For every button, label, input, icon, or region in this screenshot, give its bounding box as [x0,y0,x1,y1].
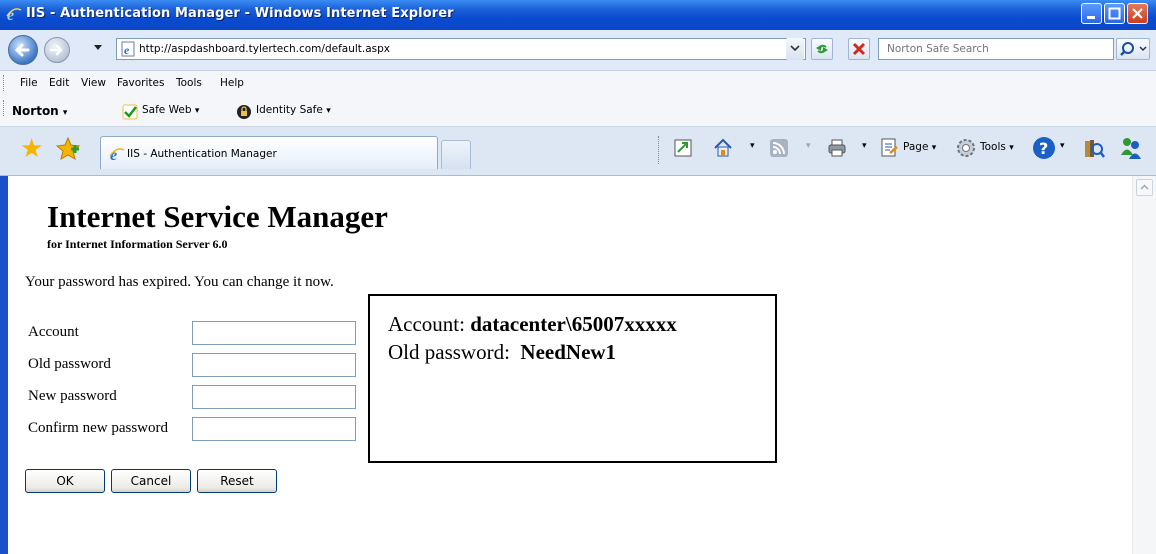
help-dropdown-icon[interactable]: ▾ [1060,141,1065,151]
back-button[interactable] [8,35,38,65]
chevron-down-icon [790,45,800,52]
identity-safe-icon [237,105,251,119]
tab-title: IIS - Authentication Manager [127,148,277,160]
account-input[interactable] [192,321,356,345]
maximize-icon [1108,7,1121,20]
minimize-button[interactable] [1081,3,1102,24]
callout-account-value: datacenter\65007xxxxx [470,312,677,336]
menu-file[interactable]: File [20,77,38,89]
search-box[interactable] [878,38,1114,60]
svg-text:?: ? [1039,139,1048,158]
refresh-icon [816,44,828,54]
norton-brand: Norton [12,104,59,118]
vertical-scrollbar[interactable] [1132,176,1156,554]
identity-safe-label: Identity Safe [256,104,323,116]
add-favorite-icon[interactable] [55,136,81,162]
check-icon [122,104,138,120]
tools-gear-icon [957,139,975,157]
norton-toolbar: Norton ▾ Safe Web ▾ Identity Safe ▾ [0,96,1156,127]
new-tab-button[interactable] [441,140,471,169]
confirm-password-label: Confirm new password [28,420,168,436]
callout-old-password-label: Old password: [388,340,510,364]
home-icon[interactable] [712,137,734,159]
old-password-input[interactable] [192,353,356,377]
cancel-button[interactable]: Cancel [111,469,191,493]
search-input[interactable] [885,42,1109,56]
page-title: Internet Service Manager [47,199,388,234]
identity-safe-button[interactable]: Identity Safe ▾ [256,104,331,116]
favorites-center-star-icon[interactable]: ★ [20,135,43,161]
page-subtitle: for Internet Information Server 6.0 [47,237,228,251]
tools-menu-button[interactable]: Tools ▾ [980,141,1014,153]
ie-logo-icon: e [6,7,22,22]
research-icon[interactable] [1082,137,1106,161]
account-label: Account [28,324,79,340]
scroll-up-button[interactable] [1136,179,1153,196]
stop-button[interactable] [848,38,870,60]
home-dropdown-icon[interactable]: ▾ [750,141,755,151]
maximize-button[interactable] [1104,3,1125,24]
callout-old-password-line: Old password: NeedNew1 [388,340,616,365]
ok-button[interactable]: OK [25,469,105,493]
chevron-up-icon [1140,184,1149,190]
window-left-border [0,176,8,554]
callout-old-password-value: NeedNew1 [520,340,617,364]
print-dropdown-icon[interactable]: ▾ [862,141,867,151]
help-icon[interactable]: ? [1032,136,1056,160]
tab-authentication-manager[interactable]: e IIS - Authentication Manager [100,136,438,169]
window-title: IIS - Authentication Manager - Windows I… [26,6,454,21]
messenger-icon[interactable] [1118,135,1144,161]
address-bar[interactable]: e http://aspdashboard.tylertech.com/defa… [116,38,806,60]
callout-account-label: Account: [388,312,465,336]
page-menu-label: Page [903,141,929,153]
menu-favorites[interactable]: Favorites [117,77,164,89]
old-password-label: Old password [28,356,111,372]
minimize-icon [1087,16,1095,19]
toolbar-grip [3,100,6,116]
reset-button[interactable]: Reset [197,469,277,493]
close-icon [1132,8,1143,19]
callout-account-line: Account: datacenter\65007xxxxx [388,312,677,337]
print-icon[interactable] [826,137,848,159]
rss-feed-icon[interactable] [768,137,790,159]
close-button[interactable] [1127,3,1148,24]
tools-menu-label: Tools [980,141,1006,153]
svg-text:e: e [124,43,130,57]
refresh-button[interactable] [811,38,833,60]
password-expired-message: Your password has expired. You can chang… [25,274,334,290]
safe-web-button[interactable]: Safe Web ▾ [142,104,199,116]
menu-tools[interactable]: Tools [176,77,202,89]
new-password-input[interactable] [192,385,356,409]
page-icon: e [121,41,135,57]
toolbar-grip [658,136,661,164]
back-arrow-icon [14,43,30,57]
credentials-callout-box: Account: datacenter\65007xxxxx Old passw… [368,294,777,463]
forward-arrow-icon [49,44,63,56]
stop-icon [852,42,866,56]
search-button[interactable] [1116,38,1150,60]
address-toolbar: e http://aspdashboard.tylertech.com/defa… [0,30,1156,71]
safe-web-label: Safe Web [142,104,192,116]
menu-help[interactable]: Help [220,77,244,89]
new-password-label: New password [28,388,117,404]
history-dropdown-button[interactable] [94,45,102,50]
feed-dropdown-icon[interactable]: ▾ [806,141,811,151]
menu-view[interactable]: View [81,77,106,89]
address-url: http://aspdashboard.tylertech.com/defaul… [139,43,391,55]
norton-menu-button[interactable]: Norton ▾ [12,104,67,118]
page-menu-button[interactable]: Page ▾ [903,141,936,153]
search-icon [1120,42,1147,56]
forward-button[interactable] [44,37,70,63]
toolbar-grip [3,75,6,91]
menu-edit[interactable]: Edit [49,77,69,89]
page-menu-icon [881,138,898,157]
tab-bar: ★ e IIS - Authentication Manager ▾ ▾ ▾ P… [0,127,1156,176]
ie-page-icon: e [109,147,125,162]
window-title-bar: e IIS - Authentication Manager - Windows… [0,0,1156,30]
address-dropdown-button[interactable] [786,38,804,60]
feeds-view-icon[interactable] [672,137,694,159]
menu-bar: File Edit View Favorites Tools Help [0,71,1156,96]
confirm-password-input[interactable] [192,417,356,441]
